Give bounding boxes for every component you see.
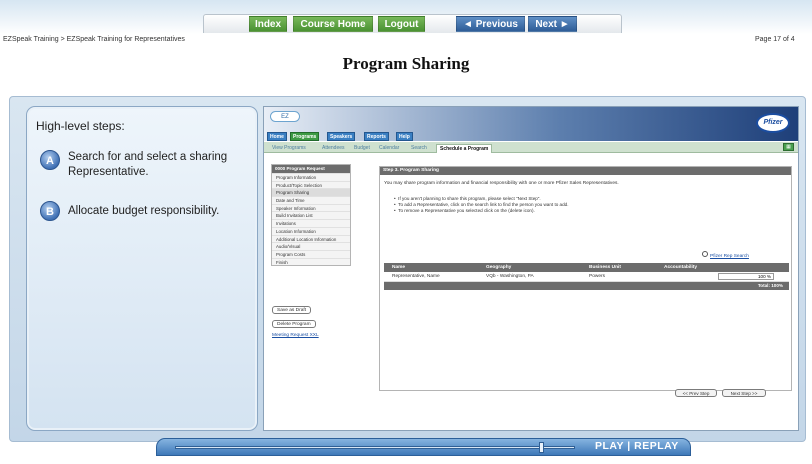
breadcrumb: EZSpeak Training > EZSpeak Training for … (3, 36, 185, 43)
prev-step-button[interactable]: << Prev Step (675, 389, 717, 397)
cell-geography: VQb - Washington, PA (486, 274, 534, 279)
page-title: Program Sharing (342, 54, 470, 73)
sub-tab-schedule[interactable]: Schedule a Program (436, 144, 493, 153)
table-header: Name Geography Business Unit Accountabil… (384, 263, 789, 272)
program-request-nav: 0000 Program Request Program Information… (271, 164, 351, 267)
app-screenshot: EZ Pfizer Home Programs Speakers Reports… (263, 106, 799, 431)
nav-item[interactable]: Product/Topic Selection (272, 180, 350, 189)
cell-name: Representative, Name (392, 274, 440, 279)
table-footer: Total: 100% (384, 282, 789, 290)
step-a: A Search for and select a sharing Repres… (40, 150, 238, 180)
step-a-text: Search for and select a sharing Represen… (68, 151, 228, 178)
player-bar: PLAY | REPLAY (156, 438, 691, 456)
next-button[interactable]: Next ► (528, 16, 577, 32)
nav-item[interactable]: Invitations (272, 219, 350, 227)
sub-tab-calendar[interactable]: Calendar (379, 144, 399, 153)
page: Index Course Home Logout ◄ Previous Next… (0, 0, 812, 464)
bullet-1: • If you aren't planning to share this p… (394, 196, 541, 201)
export-icon[interactable]: ▦ (783, 143, 794, 151)
bullet-3-text: To remove a Representative you selected … (398, 208, 535, 213)
sub-tab-view-programs[interactable]: View Programs (272, 144, 306, 153)
meeting-request-link[interactable]: Meeting Request XXL (272, 333, 319, 338)
nav-item[interactable]: Program Information (272, 173, 350, 181)
nav-item[interactable]: Build Invitation List (272, 211, 350, 219)
nav-item-active[interactable]: Program Sharing (272, 188, 350, 197)
step-b-badge: B (40, 201, 60, 221)
total-text: Total: 100% (757, 283, 783, 288)
nav-item[interactable]: Location Information (272, 226, 350, 235)
nav-item[interactable]: Program Costs (272, 249, 350, 258)
nav-item[interactable]: Date and Time (272, 196, 350, 204)
pfizer-logo: Pfizer (756, 113, 790, 133)
main-tab-speakers[interactable]: Speakers (327, 132, 356, 141)
play-replay-label[interactable]: PLAY | REPLAY (595, 440, 679, 452)
rep-search-link[interactable]: Pfizer Rep Search (710, 254, 749, 259)
step-a-badge: A (40, 150, 60, 170)
col-name: Name (392, 265, 406, 270)
table-row: Representative, Name VQb - Washington, P… (384, 272, 789, 282)
col-accountability: Accountability (664, 265, 698, 270)
main-tab-programs[interactable]: Programs (290, 132, 320, 141)
accountability-input[interactable]: 100 % (718, 273, 774, 280)
progress-track[interactable] (175, 446, 575, 449)
bullet-2-text: To add a Representative, click on the se… (398, 202, 569, 207)
intro-text: You may share program information and fi… (384, 181, 619, 186)
search-icon[interactable] (702, 251, 708, 257)
sub-tab-attendees[interactable]: Attendees (322, 144, 345, 153)
step-b: B Allocate budget responsibility. (40, 201, 238, 221)
main-tab-help[interactable]: Help (396, 132, 413, 141)
sub-tab-budget[interactable]: Budget (354, 144, 370, 153)
bullet-2: • To add a Representative, click on the … (394, 202, 569, 207)
nav-item[interactable]: Additional Location Information (272, 234, 350, 243)
nav-header: 0000 Program Request (272, 165, 350, 173)
cell-business-unit: Powers (589, 274, 605, 279)
bullet-3: • To remove a Representative you selecte… (394, 208, 535, 213)
panel-header: Step 3. Program Sharing (380, 167, 791, 175)
nav-item[interactable]: Speaker Information (272, 203, 350, 212)
next-step-button[interactable]: Next Step >> (722, 389, 766, 397)
save-draft-button[interactable]: Save as Draft (272, 306, 312, 314)
main-tab-reports[interactable]: Reports (364, 132, 389, 141)
bullet-1-text: If you aren't planning to share this pro… (398, 196, 541, 201)
main-tab-home[interactable]: Home (267, 132, 287, 141)
logout-button[interactable]: Logout (378, 16, 425, 32)
index-button[interactable]: Index (249, 16, 287, 32)
nav-item[interactable]: Finish (272, 257, 350, 266)
col-business-unit: Business Unit (589, 265, 621, 270)
course-home-button[interactable]: Course Home (293, 16, 373, 32)
delete-program-button[interactable]: Delete Program (272, 320, 316, 328)
progress-thumb[interactable] (539, 442, 544, 453)
program-sharing-panel: Step 3. Program Sharing You may share pr… (379, 166, 792, 391)
step-b-text: Allocate budget responsibility. (68, 205, 220, 217)
sub-tab-search[interactable]: Search (411, 144, 427, 153)
app-logo: EZ (270, 111, 300, 122)
nav-item[interactable]: Audio/Visual (272, 242, 350, 250)
page-indicator: Page 17 of 4 (755, 36, 795, 43)
steps-heading: High-level steps: (36, 119, 125, 133)
previous-button[interactable]: ◄ Previous (456, 16, 525, 32)
col-geography: Geography (486, 265, 512, 270)
